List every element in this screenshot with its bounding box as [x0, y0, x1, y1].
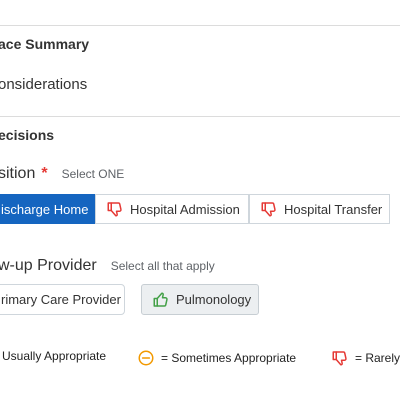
page: ace Summary onsiderations ecisions sitio… — [0, 0, 400, 400]
section-title-decisions: ecisions — [0, 127, 55, 143]
followup-label: w-up Provider — [0, 257, 97, 274]
option-pulmonology[interactable]: Pulmonology — [141, 284, 259, 315]
thumbs-down-icon — [260, 200, 278, 218]
disposition-label: sition — [0, 165, 36, 182]
option-discharge-home[interactable]: ischarge Home — [0, 194, 95, 224]
section-title-considerations[interactable]: onsiderations — [0, 76, 87, 93]
option-pulmonology-label: Pulmonology — [176, 292, 252, 307]
option-discharge-home-label: ischarge Home — [1, 201, 89, 217]
option-hospital-transfer-label: Hospital Transfer — [284, 201, 383, 217]
option-hospital-transfer[interactable]: Hospital Transfer — [249, 194, 390, 224]
divider-middle — [0, 116, 400, 117]
disposition-question: sition * Select ONE — [0, 165, 124, 183]
legend-sometimes-label: = Sometimes Appropriate — [161, 351, 297, 365]
followup-hint: Select all that apply — [110, 259, 215, 273]
option-primary-care-provider[interactable]: rimary Care Provider — [0, 284, 125, 315]
legend-rarely-label: = Rarely — [355, 351, 400, 365]
legend-usually: Usually Appropriate — [2, 349, 106, 363]
thumbs-down-icon — [331, 349, 349, 367]
option-hospital-admission-label: Hospital Admission — [130, 201, 240, 217]
option-primary-care-provider-label: rimary Care Provider — [1, 292, 121, 307]
followup-question: w-up Provider Select all that apply — [0, 257, 215, 275]
legend-usually-label: Usually Appropriate — [2, 349, 107, 363]
divider-top — [0, 25, 400, 26]
option-hospital-admission[interactable]: Hospital Admission — [95, 194, 249, 224]
thumbs-down-icon — [106, 200, 124, 218]
required-marker: * — [41, 165, 48, 182]
minus-circle-icon — [137, 349, 155, 367]
legend-rarely: = Rarely — [331, 349, 400, 367]
legend-sometimes: = Sometimes Appropriate — [137, 349, 296, 367]
section-title-summary[interactable]: ace Summary — [0, 36, 89, 52]
thumbs-up-icon — [152, 291, 170, 309]
disposition-hint: Select ONE — [61, 167, 125, 181]
